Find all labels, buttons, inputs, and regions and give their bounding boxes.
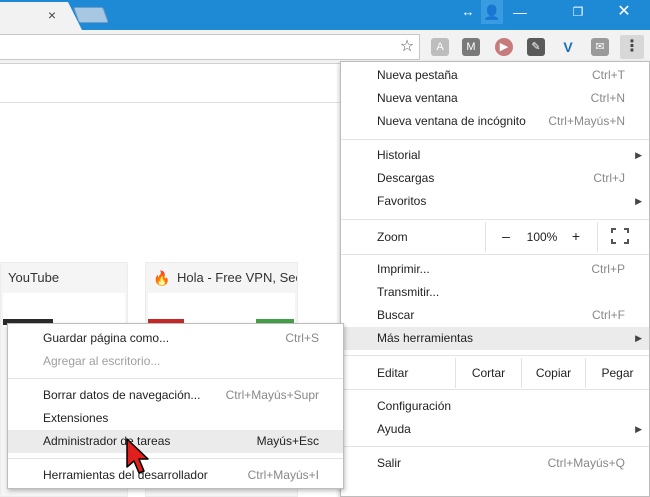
- evernote-extension-icon[interactable]: ✎: [527, 38, 545, 56]
- title-bar: × ↔ 👤 — ❐ ✕: [0, 0, 650, 30]
- submenu-arrow-icon: ▶: [635, 196, 642, 206]
- menu-item-bookmarks[interactable]: Favoritos ▶: [341, 190, 649, 213]
- menu-separator: [341, 355, 649, 356]
- menu-item-more-tools[interactable]: Más herramientas ▶: [341, 327, 649, 350]
- inbox-extension-icon[interactable]: ✉: [591, 38, 609, 56]
- menu-item-exit[interactable]: Salir Ctrl+Mayús+Q: [341, 452, 649, 475]
- menu-separator: [341, 219, 649, 220]
- copy-button[interactable]: Copiar: [521, 358, 585, 388]
- menu-separator: [8, 378, 343, 379]
- v-extension-icon[interactable]: V: [559, 38, 577, 56]
- user-profile-icon[interactable]: 👤: [481, 0, 503, 24]
- zoom-out-button[interactable]: –: [498, 228, 514, 244]
- menu-separator: [341, 446, 649, 447]
- submenu-item-task-manager[interactable]: Administrador de tareas Mayús+Esc: [8, 430, 343, 453]
- edit-label: Editar: [377, 366, 409, 380]
- menu-item-downloads[interactable]: Descargas Ctrl+J: [341, 167, 649, 190]
- toolbar: ☆ A M ▶ ✎ V ✉ ⋮: [0, 30, 650, 64]
- tile-title: YouTube: [8, 270, 60, 285]
- submenu-item-save-page[interactable]: Guardar página como... Ctrl+S: [8, 327, 343, 350]
- close-window-icon[interactable]: ✕: [613, 0, 635, 24]
- submenu-arrow-icon: ▶: [635, 150, 642, 160]
- submenu-arrow-icon: ▶: [635, 333, 642, 343]
- edit-row: Editar Cortar Copiar Pegar: [341, 358, 649, 388]
- more-tools-submenu: Guardar página como... Ctrl+S Agregar al…: [7, 323, 344, 489]
- menu-item-cast[interactable]: Transmitir...: [341, 281, 649, 304]
- menu-item-history[interactable]: Historial ▶: [341, 144, 649, 167]
- mouse-cursor-icon: [126, 438, 149, 474]
- menu-separator: [341, 254, 649, 255]
- tab-close-icon[interactable]: ×: [44, 7, 60, 23]
- menu-item-settings[interactable]: Configuración: [341, 395, 649, 418]
- new-tab-button[interactable]: [73, 7, 109, 23]
- fullscreen-icon[interactable]: [611, 228, 629, 244]
- chrome-menu-button[interactable]: ⋮: [620, 35, 644, 59]
- menu-item-help[interactable]: Ayuda ▶: [341, 418, 649, 441]
- page-header-strip: [0, 64, 340, 103]
- m-extension-icon[interactable]: M: [462, 38, 480, 56]
- hola-fire-icon: 🔥: [153, 270, 171, 286]
- play-extension-icon[interactable]: ▶: [495, 38, 513, 56]
- active-tab[interactable]: ×: [0, 2, 82, 30]
- bookmark-star-icon[interactable]: ☆: [398, 38, 416, 56]
- menu-item-new-window[interactable]: Nueva ventana Ctrl+N: [341, 87, 649, 110]
- submenu-item-clear-browsing-data[interactable]: Borrar datos de navegación... Ctrl+Mayús…: [8, 384, 343, 407]
- submenu-item-extensions[interactable]: Extensiones: [8, 407, 343, 430]
- resize-icon[interactable]: ↔: [458, 0, 478, 24]
- submenu-item-developer-tools[interactable]: Herramientas del desarrollador Ctrl+Mayú…: [8, 464, 343, 487]
- minimize-icon[interactable]: —: [510, 0, 530, 24]
- menu-item-incognito-window[interactable]: Nueva ventana de incógnito Ctrl+Mayús+N: [341, 110, 649, 133]
- submenu-arrow-icon: ▶: [635, 424, 642, 434]
- pdf-extension-icon[interactable]: A: [431, 38, 449, 56]
- zoom-controls: – 100% +: [485, 222, 598, 252]
- cut-button[interactable]: Cortar: [455, 358, 521, 388]
- maximize-icon[interactable]: ❐: [568, 0, 588, 24]
- tile-title: Hola - Free VPN, Sec: [177, 270, 297, 285]
- zoom-in-button[interactable]: +: [568, 228, 584, 244]
- paste-button[interactable]: Pegar: [585, 358, 649, 388]
- submenu-item-add-to-desktop[interactable]: Agregar al escritorio...: [8, 350, 343, 373]
- menu-item-print[interactable]: Imprimir... Ctrl+P: [341, 258, 649, 281]
- menu-item-new-tab[interactable]: Nueva pestaña Ctrl+T: [341, 64, 649, 87]
- zoom-row: Zoom – 100% +: [341, 222, 649, 252]
- menu-separator: [8, 458, 343, 459]
- address-bar[interactable]: ☆: [0, 34, 420, 60]
- chrome-main-menu: Nueva pestaña Ctrl+T Nueva ventana Ctrl+…: [340, 61, 650, 497]
- menu-separator: [341, 389, 649, 390]
- zoom-label: Zoom: [377, 230, 408, 244]
- menu-separator: [341, 139, 649, 140]
- menu-item-find[interactable]: Buscar Ctrl+F: [341, 304, 649, 327]
- zoom-level: 100%: [526, 230, 558, 244]
